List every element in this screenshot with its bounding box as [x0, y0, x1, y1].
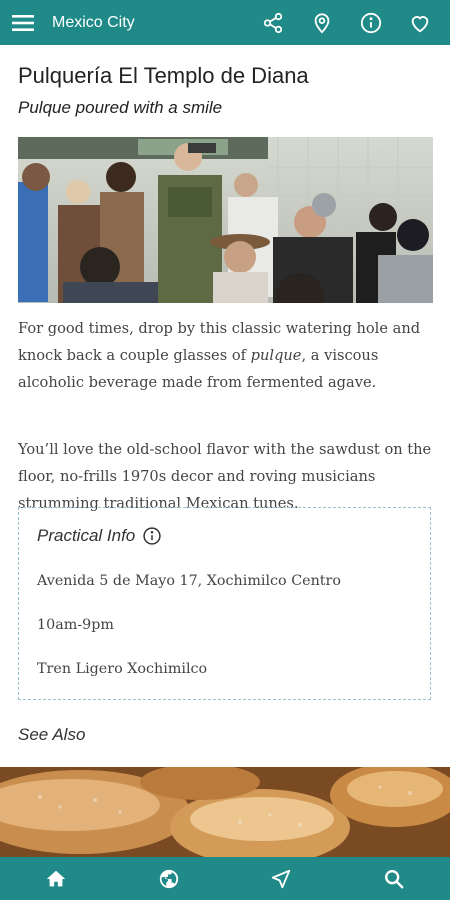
app-title: Mexico City: [52, 13, 135, 31]
navigation-arrow-icon: [272, 869, 291, 888]
transit-text: Tren Ligero Xochimilco: [37, 661, 208, 677]
menu-button[interactable]: [0, 0, 46, 45]
address-text[interactable]: Avenida 5 de Mayo 17, Xochimilco Centro: [37, 573, 341, 589]
practical-info-heading: Practical Info: [37, 526, 136, 545]
menu-icon: [12, 14, 34, 31]
see-also-thumbnail[interactable]: [0, 767, 450, 857]
info-icon[interactable]: [142, 526, 162, 546]
share-button[interactable]: [248, 0, 297, 45]
bottom-navigation: [0, 857, 450, 900]
map-pin-icon: [314, 12, 329, 33]
globe-icon: [159, 869, 178, 888]
hours-text: 10am-9pm: [37, 617, 114, 633]
search-icon: [384, 869, 404, 888]
info-icon: [360, 12, 381, 33]
place-detail[interactable]: Pulquería El Templo de Diana Pulque pour…: [0, 45, 450, 857]
practical-info-box: Practical Info Avenida 5 de Mayo 17, Xoc…: [18, 507, 431, 700]
pulque-term: pulque: [250, 347, 302, 364]
map-button[interactable]: [297, 0, 346, 45]
app-bar: Mexico City: [0, 0, 450, 45]
nearby-button[interactable]: [253, 857, 309, 900]
search-button[interactable]: [366, 857, 422, 900]
place-subtitle: Pulque poured with a smile: [18, 98, 223, 117]
favorite-button[interactable]: [395, 0, 444, 45]
info-button[interactable]: [346, 0, 395, 45]
heart-icon: [411, 15, 428, 32]
home-icon: [47, 870, 66, 886]
see-also-heading: See Also: [18, 725, 86, 744]
description-paragraph: You’ll love the old-school flavor with t…: [18, 441, 432, 512]
home-button[interactable]: [28, 857, 84, 900]
place-title: Pulquería El Templo de Diana: [18, 63, 309, 88]
place-photo[interactable]: [18, 137, 433, 303]
description-paragraph: For good times, drop by this classic wat…: [18, 320, 421, 391]
share-icon: [263, 12, 282, 33]
explore-button[interactable]: [141, 857, 197, 900]
